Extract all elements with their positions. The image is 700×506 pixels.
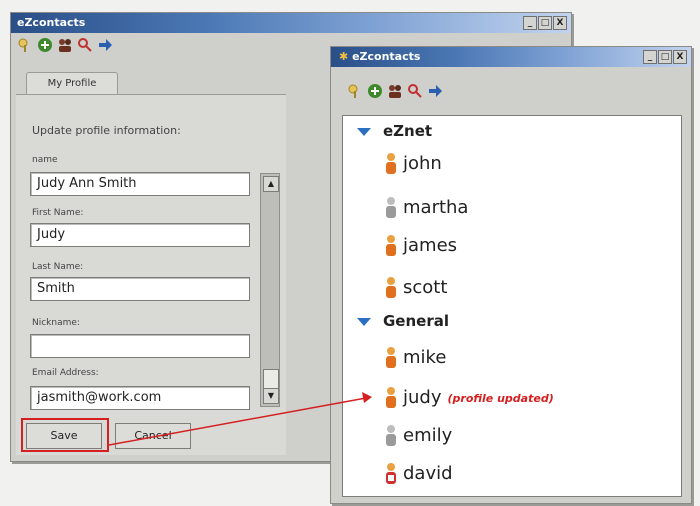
last-name-field[interactable]: Smith bbox=[30, 277, 250, 301]
field-label-email: Email Address: bbox=[32, 368, 99, 378]
contact-name: david bbox=[403, 463, 453, 484]
expand-icon[interactable] bbox=[357, 317, 371, 326]
contact-emily[interactable]: emily bbox=[383, 424, 452, 448]
arrow-right-icon[interactable] bbox=[97, 37, 113, 53]
contact-name: judy bbox=[403, 387, 442, 408]
scroll-down-arrow[interactable]: ▼ bbox=[263, 388, 279, 404]
contact-name: james bbox=[403, 235, 458, 256]
user-online-icon bbox=[386, 153, 396, 174]
field-label-nickname: Nickname: bbox=[32, 318, 80, 328]
add-contact-icon[interactable] bbox=[367, 83, 383, 99]
minimize-button[interactable]: _ bbox=[523, 16, 537, 30]
profile-updated-note: (profile updated) bbox=[447, 391, 554, 405]
cancel-button[interactable]: Cancel bbox=[115, 423, 191, 449]
nickname-field[interactable] bbox=[30, 334, 250, 358]
profile-toolbar bbox=[17, 37, 113, 53]
profile-window-titlebar[interactable]: eZcontacts _ □ X bbox=[11, 13, 571, 33]
close-button[interactable]: X bbox=[553, 16, 567, 30]
profile-heading: Update profile information: bbox=[32, 124, 181, 137]
first-name-field[interactable]: Judy bbox=[30, 223, 250, 247]
expand-icon[interactable] bbox=[357, 127, 371, 136]
maximize-button[interactable]: □ bbox=[538, 16, 552, 30]
group-name: General bbox=[383, 312, 449, 330]
contacts-window-titlebar[interactable]: ✱ eZcontacts _ □ X bbox=[331, 47, 691, 67]
user-offline-icon bbox=[386, 425, 396, 446]
group-icon[interactable] bbox=[57, 37, 73, 53]
user-offline-icon bbox=[386, 197, 396, 218]
field-label-last-name: Last Name: bbox=[32, 262, 84, 272]
contact-name: scott bbox=[403, 277, 448, 298]
contact-martha[interactable]: martha bbox=[383, 196, 468, 220]
close-button[interactable]: X bbox=[673, 50, 687, 64]
contact-tree: eZnet john martha james scott General mi… bbox=[342, 115, 682, 497]
contact-name: emily bbox=[403, 425, 453, 446]
key-icon[interactable] bbox=[17, 37, 33, 53]
contacts-window-title-text: eZcontacts bbox=[352, 50, 421, 63]
field-label-first-name: First Name: bbox=[32, 208, 84, 218]
user-online-icon bbox=[386, 277, 396, 298]
search-icon[interactable] bbox=[407, 83, 423, 99]
contact-name: mike bbox=[403, 347, 447, 368]
scroll-up-arrow[interactable]: ▲ bbox=[263, 176, 279, 192]
group-name: eZnet bbox=[383, 122, 433, 140]
user-busy-icon bbox=[386, 463, 396, 484]
user-online-icon bbox=[386, 347, 396, 368]
group-general[interactable]: General bbox=[357, 312, 449, 330]
contact-mike[interactable]: mike bbox=[383, 346, 446, 370]
contacts-toolbar bbox=[347, 83, 443, 99]
user-online-icon bbox=[386, 387, 396, 408]
group-icon[interactable] bbox=[387, 83, 403, 99]
maximize-button[interactable]: □ bbox=[658, 50, 672, 64]
group-eznet[interactable]: eZnet bbox=[357, 122, 432, 140]
window-controls: _ □ X bbox=[523, 16, 567, 30]
contact-scott[interactable]: scott bbox=[383, 276, 447, 300]
save-highlight-box bbox=[21, 418, 109, 452]
search-icon[interactable] bbox=[77, 37, 93, 53]
minimize-button[interactable]: _ bbox=[643, 50, 657, 64]
contact-name: john bbox=[403, 153, 442, 174]
tab-my-profile[interactable]: My Profile bbox=[26, 72, 118, 95]
arrow-right-icon[interactable] bbox=[427, 83, 443, 99]
contact-david[interactable]: david bbox=[383, 462, 453, 486]
contact-name: martha bbox=[403, 197, 469, 218]
profile-scrollbar[interactable]: ▲ ▼ bbox=[260, 173, 280, 407]
email-field[interactable]: jasmith@work.com bbox=[30, 386, 250, 410]
app-logo-icon: ✱ bbox=[339, 50, 349, 63]
contact-james[interactable]: james bbox=[383, 234, 457, 258]
contacts-window-title: ✱ eZcontacts bbox=[339, 50, 420, 63]
contact-judy[interactable]: judy (profile updated) bbox=[383, 386, 554, 410]
window-controls: _ □ X bbox=[643, 50, 687, 64]
profile-window-title: eZcontacts bbox=[17, 16, 86, 29]
user-online-icon bbox=[386, 235, 396, 256]
name-field[interactable]: Judy Ann Smith bbox=[30, 172, 250, 196]
add-contact-icon[interactable] bbox=[37, 37, 53, 53]
key-icon[interactable] bbox=[347, 83, 363, 99]
field-label-name: name bbox=[32, 155, 58, 165]
contact-john[interactable]: john bbox=[383, 152, 442, 176]
